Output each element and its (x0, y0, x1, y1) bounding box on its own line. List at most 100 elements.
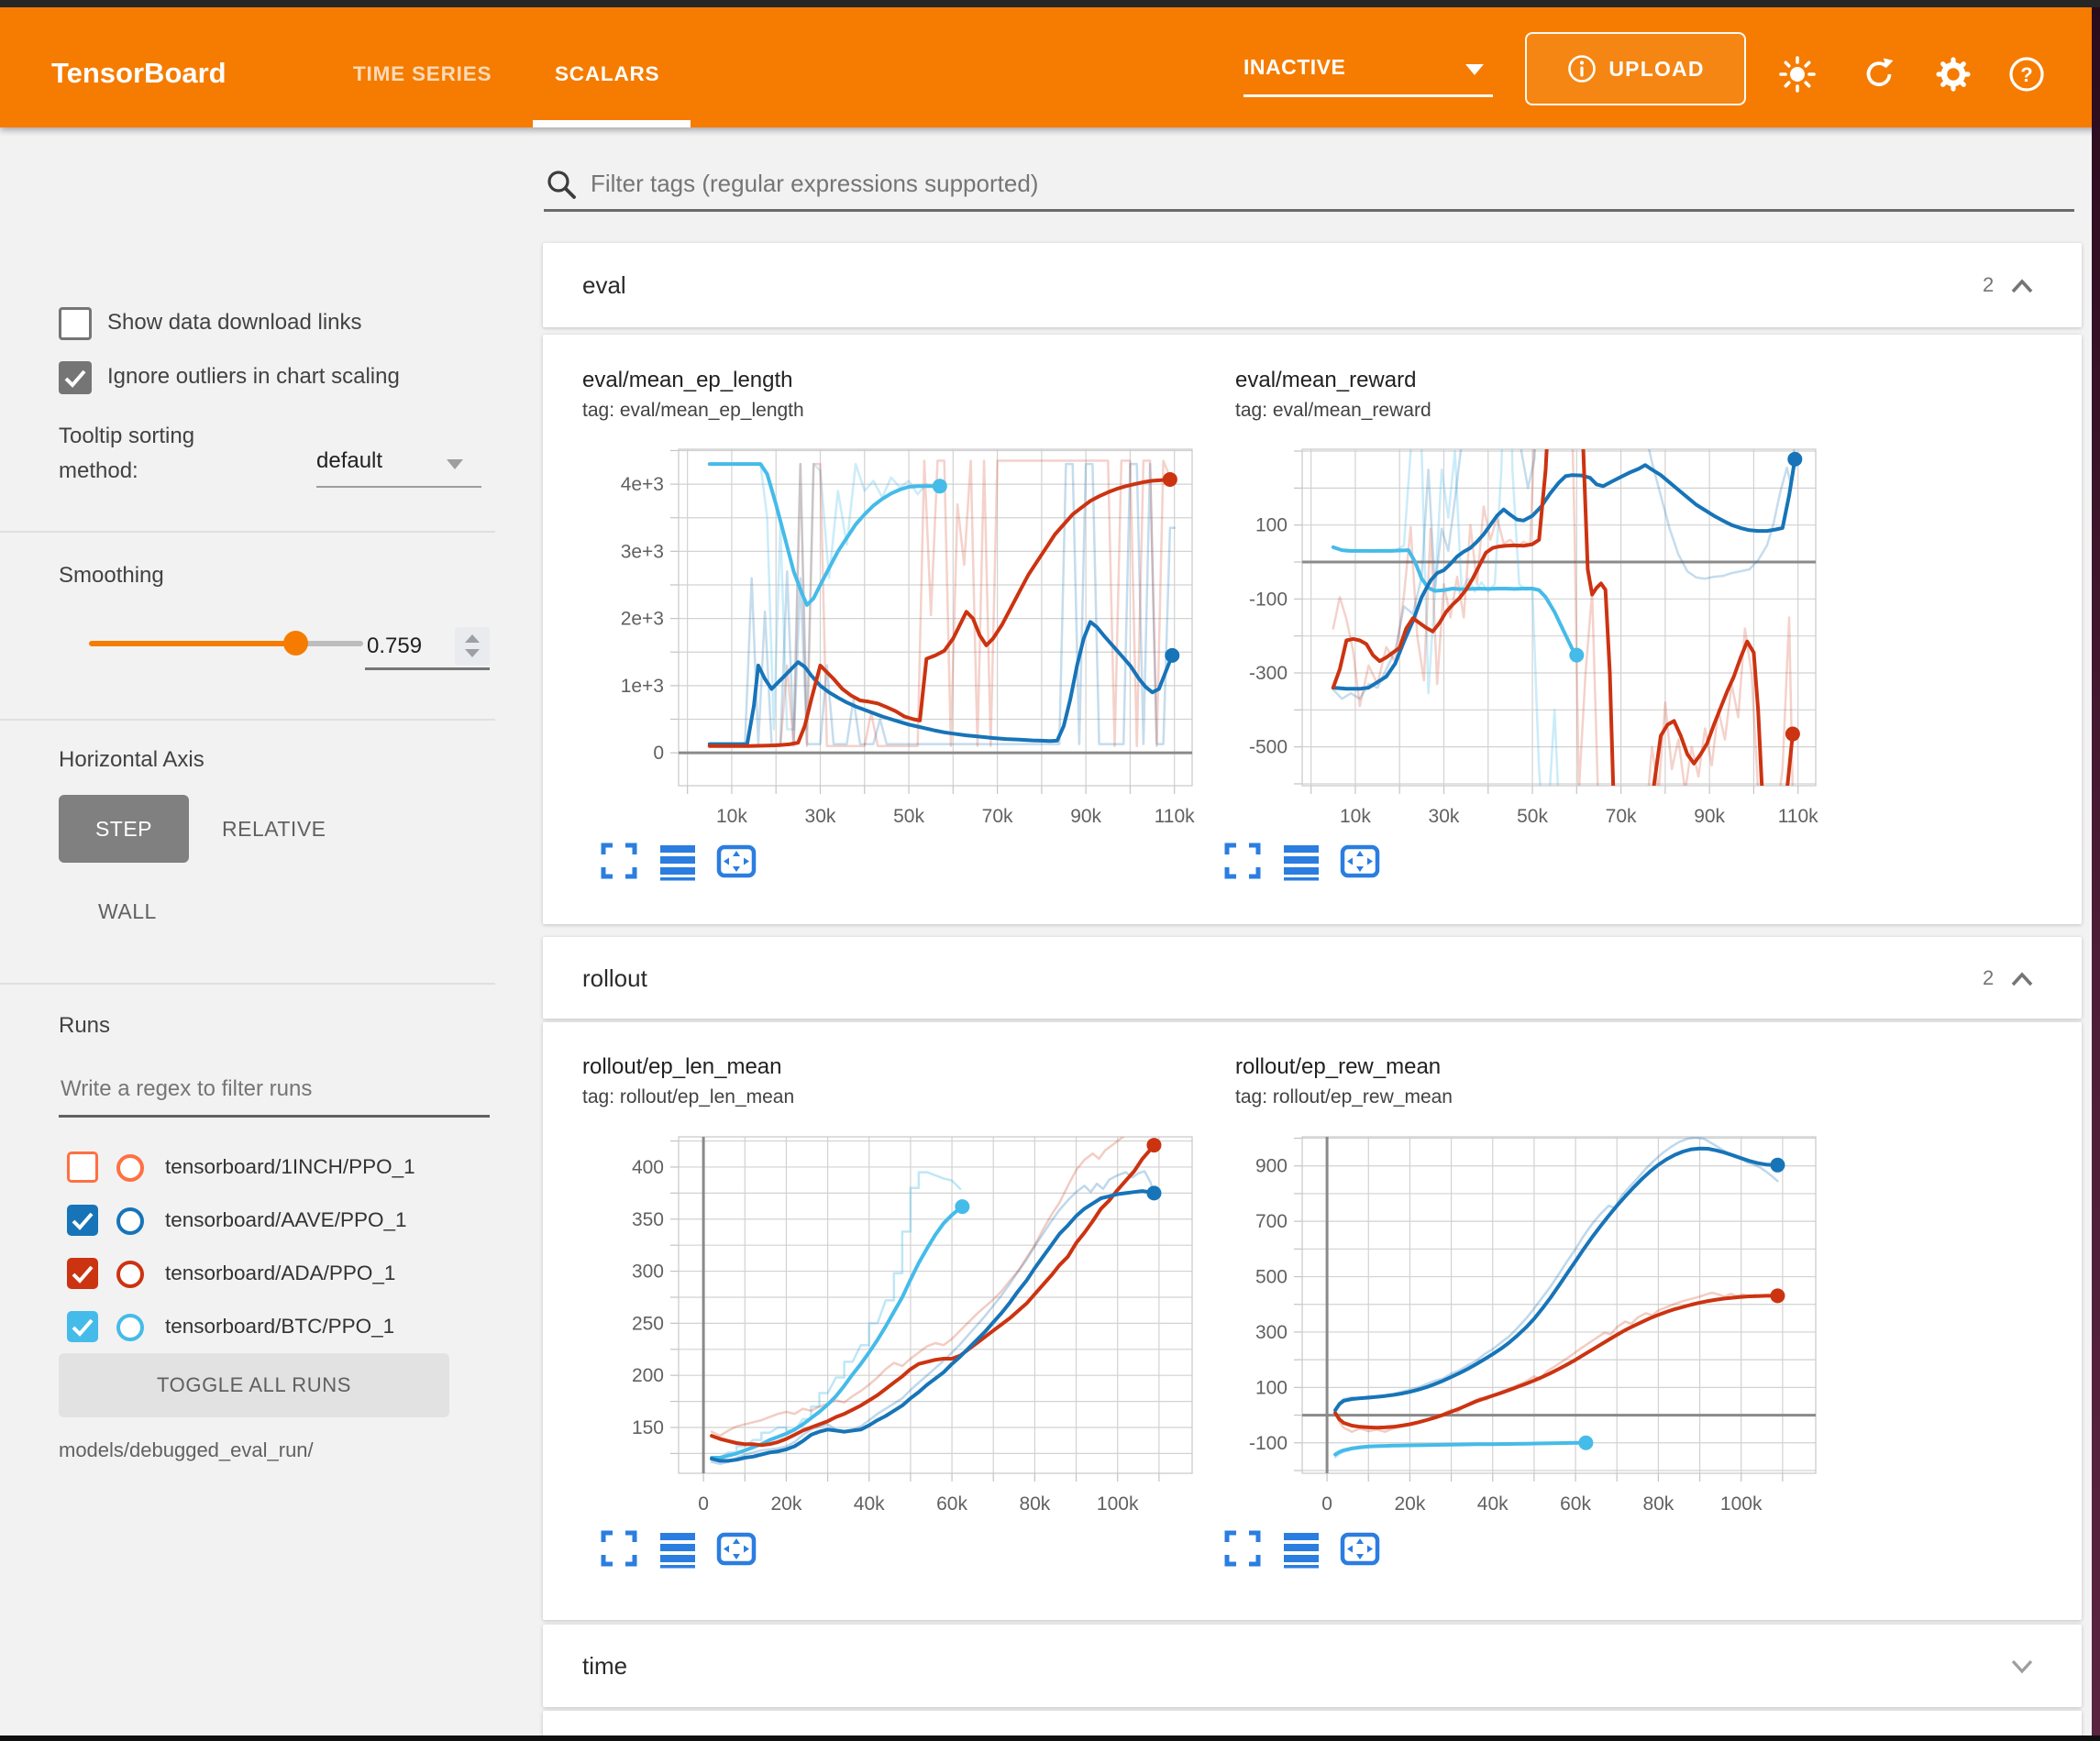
run-label: tensorboard/1INCH/PPO_1 (165, 1155, 415, 1179)
smoothing-spinner[interactable] (455, 627, 490, 666)
svg-text:20k: 20k (770, 1493, 801, 1515)
sidebar-divider (0, 531, 495, 533)
section-title-rollout: rollout (582, 964, 647, 993)
status-dropdown-value: INACTIVE (1243, 55, 1345, 79)
axis-option-step-label: STEP (95, 817, 152, 842)
sidebar-divider (0, 983, 495, 985)
svg-text:100k: 100k (1720, 1493, 1763, 1515)
sidebar-divider (0, 719, 495, 721)
expand-chart-icon[interactable] (598, 1527, 640, 1570)
chart-grid (1294, 449, 1816, 794)
svg-text:-100: -100 (1249, 1433, 1288, 1454)
data-table-icon[interactable] (1280, 1527, 1322, 1570)
slider-thumb[interactable] (283, 631, 308, 656)
upload-button[interactable]: UPLOAD (1525, 32, 1746, 105)
svg-text:60k: 60k (1560, 1493, 1591, 1515)
section-header-rollout[interactable]: rollout 2 (543, 937, 2082, 1019)
chart-series (1335, 1138, 1777, 1458)
tooltip-sorting-underline (316, 486, 481, 488)
ignore-outliers-label: Ignore outliers in chart scaling (107, 364, 491, 390)
section-header-eval[interactable]: eval 2 (543, 243, 2082, 327)
run-row[interactable]: tensorboard/BTC/PPO_1 (0, 1311, 495, 1355)
section-header-time[interactable]: time (543, 1625, 2082, 1707)
data-table-icon[interactable] (657, 1527, 699, 1570)
chevron-up-icon[interactable] (2008, 969, 2036, 989)
svg-text:30k: 30k (1429, 806, 1460, 827)
fit-to-data-icon[interactable] (1339, 1527, 1381, 1570)
run-checkbox[interactable] (67, 1205, 98, 1236)
show-download-links-label: Show data download links (107, 310, 362, 336)
smoothing-value-input[interactable] (365, 627, 453, 666)
tab-time-series[interactable]: TIME SERIES (353, 62, 492, 86)
help-icon[interactable]: ? (2006, 54, 2047, 94)
chevron-down-icon[interactable] (2008, 1657, 2036, 1677)
line-chart[interactable]: -100100300500700900020k40k60k80k100k (1174, 1114, 1852, 1552)
brightness-icon[interactable] (1775, 52, 1819, 96)
series-end-dot (1785, 727, 1800, 742)
desktop-edge-strip (2092, 0, 2100, 1741)
svg-text:30k: 30k (805, 806, 836, 827)
svg-text:110k: 110k (1778, 806, 1818, 827)
svg-text:50k: 50k (1517, 806, 1548, 827)
toggle-all-runs-button[interactable]: TOGGLE ALL RUNS (59, 1353, 449, 1417)
runs-filter-input[interactable] (59, 1075, 484, 1103)
run-checkbox[interactable] (67, 1258, 98, 1289)
run-color-circle[interactable] (116, 1314, 144, 1341)
spinner-up-icon[interactable] (465, 634, 480, 643)
run-row[interactable]: tensorboard/ADA/PPO_1 (0, 1258, 495, 1302)
fit-to-data-icon[interactable] (715, 1527, 757, 1570)
info-icon (1566, 53, 1597, 84)
run-color-circle[interactable] (116, 1207, 144, 1235)
refresh-icon[interactable] (1859, 54, 1899, 94)
run-row[interactable]: tensorboard/1INCH/PPO_1 (0, 1151, 495, 1196)
chart-toolbar (598, 840, 757, 882)
run-checkbox[interactable] (67, 1151, 98, 1183)
data-table-icon[interactable] (1280, 840, 1322, 882)
tooltip-sorting-select[interactable]: default (316, 448, 481, 474)
series-end-dot (1146, 1138, 1161, 1152)
svg-text:300: 300 (632, 1262, 664, 1283)
data-table-icon[interactable] (657, 840, 699, 882)
settings-sidebar: Show data download links Ignore outliers… (0, 127, 495, 1741)
spinner-down-icon[interactable] (465, 649, 480, 657)
line-chart[interactable]: 100-100-300-50010k30k50k70k90k110k (1174, 426, 1852, 865)
chart-title: eval/mean_reward (1235, 368, 1416, 393)
axis-option-relative[interactable]: RELATIVE (222, 795, 326, 863)
settings-gear-icon[interactable] (1931, 52, 1975, 96)
chart-tag: tag: eval/mean_ep_length (582, 400, 804, 422)
tag-filter-input[interactable] (589, 169, 2060, 199)
smoothing-slider[interactable] (89, 641, 363, 646)
svg-text:-300: -300 (1249, 663, 1288, 684)
run-color-circle[interactable] (116, 1261, 144, 1288)
fit-to-data-icon[interactable] (715, 840, 757, 882)
ignore-outliers-checkbox[interactable] (59, 361, 92, 394)
expand-chart-icon[interactable] (1221, 840, 1264, 882)
svg-text:250: 250 (632, 1313, 664, 1334)
svg-text:100: 100 (1255, 1377, 1288, 1398)
status-dropdown[interactable]: INACTIVE (1243, 55, 1345, 80)
series-end-dot (1569, 648, 1584, 663)
run-label: tensorboard/ADA/PPO_1 (165, 1262, 395, 1285)
tab-scalars[interactable]: SCALARS (555, 62, 659, 86)
chevron-up-icon[interactable] (2008, 276, 2036, 296)
expand-chart-icon[interactable] (598, 840, 640, 882)
runs-filter-underline (59, 1115, 490, 1118)
run-row[interactable]: tensorboard/AAVE/PPO_1 (0, 1205, 495, 1249)
show-download-links-checkbox[interactable] (59, 307, 92, 340)
chart-grid (670, 1137, 1192, 1482)
svg-text:50k: 50k (893, 806, 924, 827)
fit-to-data-icon[interactable] (1339, 840, 1381, 882)
svg-text:70k: 70k (982, 806, 1013, 827)
check-icon (59, 361, 92, 394)
expand-chart-icon[interactable] (1221, 1527, 1264, 1570)
svg-text:0: 0 (698, 1493, 709, 1515)
run-checkbox[interactable] (67, 1311, 98, 1342)
line-chart[interactable]: 150200250300350400020k40k60k80k100k (550, 1114, 1229, 1552)
axis-option-wall-label: WALL (98, 899, 157, 924)
search-icon (545, 168, 578, 201)
axis-option-step[interactable]: STEP (59, 795, 189, 863)
line-chart[interactable]: 01e+32e+33e+34e+310k30k50k70k90k110k (550, 426, 1229, 865)
axis-option-wall[interactable]: WALL (98, 887, 157, 936)
run-color-circle[interactable] (116, 1154, 144, 1182)
section-title-time: time (582, 1652, 627, 1680)
